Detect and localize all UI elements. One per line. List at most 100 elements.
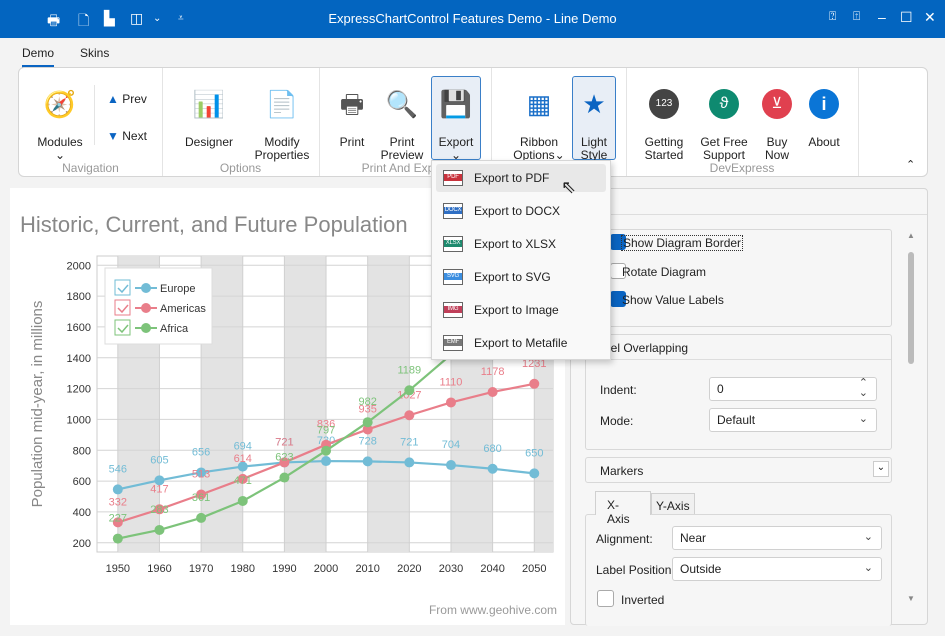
x-tick-label: 1960 [147,563,171,575]
checkbox[interactable] [597,590,614,607]
scroll-down-icon[interactable]: ▼ [905,594,917,603]
spin-icon[interactable]: ⌃ ⌄ [859,378,868,399]
minimize-icon[interactable]: – [878,9,886,25]
image-file-icon: IMG [443,302,463,318]
tab-demo[interactable]: Demo [22,46,54,68]
label-position-label: Label Position: [596,563,675,577]
designer-button[interactable]: 📊 Designer [179,82,239,149]
data-point [196,512,207,523]
collapse-ribbon-icon[interactable]: ⌃ [906,158,915,171]
chevron-down-icon: ⌄ [863,531,873,543]
menu-item-export-emf[interactable]: EMF Export to Metafile [436,329,606,357]
file-type-tag: DOCX [444,207,462,214]
mode-select[interactable]: Default ⌄ [709,408,877,432]
strip [284,256,327,552]
menu-item-label: Export to DOCX [474,204,561,218]
data-label: 982 [359,396,377,408]
get-support-button[interactable]: ϑ Get Free Support [699,82,749,162]
menu-item-export-xlsx[interactable]: XLSX Export to XLSX [436,230,606,258]
close-icon[interactable]: ✕ [924,9,936,26]
data-label: 1189 [398,364,422,376]
inverted-checkbox[interactable]: Inverted [621,593,664,607]
menu-item-label: Export to Image [474,303,559,317]
source-label: From www.geohive.com [428,603,557,617]
legend-checkbox[interactable] [114,299,131,316]
restore-ribbon-icon[interactable]: ⍐ [853,9,860,24]
about-button[interactable]: i About [804,82,844,149]
rotate-diagram-checkbox[interactable]: Rotate Diagram [622,265,706,279]
indent-spinner[interactable]: 0 ⌃ ⌄ [709,377,877,401]
expand-icon[interactable]: ⌄ [873,461,889,477]
x-tick-label: 2020 [397,563,421,575]
markers-section[interactable]: Markers ⌄ [585,457,892,483]
print-preview-button[interactable]: 🔍 Print Preview [379,82,425,162]
alignment-select[interactable]: Near ⌄ [672,526,882,550]
show-diagram-border-checkbox[interactable]: Show Diagram Border [621,235,744,251]
export-button[interactable]: 💾 Export ⌄ [431,76,481,162]
y-tick-label: 1600 [67,322,91,334]
menu-item-label: Export to SVG [474,270,551,284]
options-panel: ns Show Diagram Border Rotate Diagram Sh… [570,188,928,626]
y-tick-label: 1200 [67,384,91,396]
data-point [404,410,415,421]
data-point [321,456,332,467]
y-tick-label: 600 [73,476,91,488]
data-label: 1178 [481,366,505,378]
getting-started-button[interactable]: 123 Getting Started [639,82,689,162]
data-label: 704 [442,439,460,451]
legend-marker [141,323,151,333]
file-type-tag: PDF [444,174,462,181]
triangle-down-icon: ▼ [107,129,119,143]
tab-y-axis[interactable]: Y-Axis [651,493,695,515]
label-position-select[interactable]: Outside ⌄ [672,557,882,581]
y-tick-label: 2000 [67,260,91,272]
buy-now-button[interactable]: ⊻ Buy Now [757,82,797,162]
maximize-icon[interactable]: ☐ [900,9,913,26]
legend-checkbox[interactable] [114,319,131,336]
compass-icon: 🧭 [43,88,77,119]
divider [319,68,320,176]
data-label: 332 [109,496,127,508]
y-tick-label: 1400 [67,353,91,365]
scrollbar[interactable]: ▲ ▼ [905,231,917,603]
modify-properties-button[interactable]: 📄 Modify Properties [247,82,317,162]
label-overlapping-group: bel Overlapping Indent: 0 ⌃ ⌄ Mode: Defaul… [585,334,892,450]
legend-checkbox[interactable] [114,279,131,296]
modules-button[interactable]: 🧭 Modules ⌄ [33,82,87,162]
next-button[interactable]: ▼ Next [107,130,147,143]
window-title: ExpressChartControl Features Demo - Line… [328,11,617,26]
menu-item-label: Export to PDF [474,171,550,185]
data-point [362,417,373,428]
scroll-up-icon[interactable]: ▲ [905,231,917,240]
help-icon[interactable]: ⍰ [829,9,836,24]
mouse-cursor-icon: ⇖ [561,177,577,197]
tab-skins[interactable]: Skins [80,46,109,60]
prev-button[interactable]: ▲ Prev [107,93,147,106]
svg-file-icon: SVG [443,269,463,285]
indent-label: Indent: [600,383,637,397]
data-label: 283 [150,504,168,516]
data-label: 605 [150,454,168,466]
chart-title: Historic, Current, and Future Population [20,212,408,237]
scroll-thumb[interactable] [908,252,914,364]
data-point [445,460,456,471]
designer-chart-icon: 📊 [192,88,226,119]
docx-file-icon: DOCX [443,203,463,219]
file-type-tag: XLSX [444,240,462,247]
menu-item-export-img[interactable]: IMG Export to Image [436,296,606,324]
print-button[interactable]: 🖶 Print [332,82,372,149]
menu-item-export-svg[interactable]: SVG Export to SVG [436,263,606,291]
light-style-button[interactable]: ★ Light Style [572,76,616,162]
divider [858,68,859,176]
data-point [487,386,498,397]
x-tick-label: 2000 [314,563,338,575]
tab-x-axis[interactable]: X-Axis [595,491,651,526]
ribbon-options-button[interactable]: ▦ Ribbon Options⌄ [509,82,569,162]
menu-item-export-docx[interactable]: DOCX Export to DOCX [436,197,606,225]
divider [94,85,95,145]
data-point [487,463,498,474]
data-label: 513 [192,468,210,480]
show-value-labels-checkbox[interactable]: Show Value Labels [622,293,724,307]
menu-item-export-pdf[interactable]: PDF Export to PDF [436,164,606,192]
data-label: 546 [109,463,127,475]
